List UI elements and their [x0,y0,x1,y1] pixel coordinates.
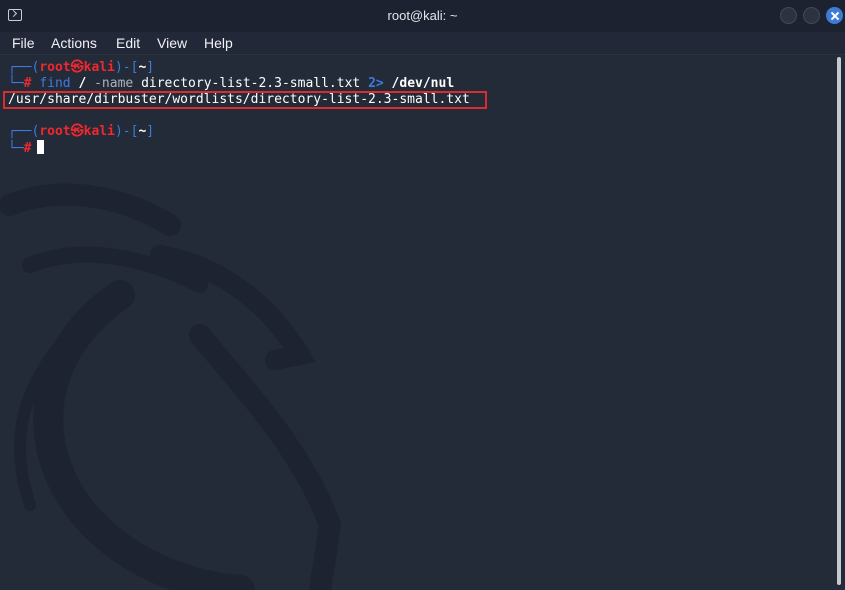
prompt-frame: ] [146,124,155,139]
command-name: find [39,76,71,91]
prompt-host: kali [83,60,115,75]
minimize-button[interactable] [780,7,797,24]
prompt-line-1-top: ┌──(root㉿kali)-[~] [8,60,154,76]
terminal-window: root@kali: ~ File Actions Edit View Help… [0,0,845,590]
terminal-cursor [37,140,45,154]
window-title: root@kali: ~ [387,8,458,23]
command-pattern: directory-list-2.3-small.txt [141,76,361,91]
command-arg: / [78,76,87,91]
menu-bar: File Actions Edit View Help [0,32,845,55]
prompt-at-symbol: ㉿ [70,124,84,139]
prompt-frame: )-[ [114,124,139,139]
prompt-user: root [39,60,71,75]
command-redirect: 2> [368,76,384,91]
prompt-hash: # [23,76,32,91]
menu-file[interactable]: File [12,35,35,51]
menu-help[interactable]: Help [204,35,233,51]
command-devnull: /dev/nul [391,76,455,91]
prompt-frame: ] [146,60,155,75]
close-button[interactable] [826,7,843,24]
prompt-frame: ┌──( [8,124,40,139]
command-line-1: └─# find / -name directory-list-2.3-smal… [8,76,454,92]
prompt-user: root [39,124,71,139]
command-output-path: /usr/share/dirbuster/wordlists/directory… [8,92,470,107]
command-flag: -name [94,76,134,91]
terminal-scrollbar[interactable] [835,55,845,590]
kali-dragon-watermark [0,183,342,590]
maximize-button[interactable] [803,7,820,24]
title-bar: root@kali: ~ [0,0,845,33]
prompt-frame: └─ [8,76,24,91]
prompt-line-2-top: ┌──(root㉿kali)-[~] [8,124,154,140]
prompt-hash: # [23,141,32,156]
command-line-2: └─# [8,140,45,157]
scrollbar-thumb[interactable] [837,57,841,585]
prompt-frame: └─ [8,141,24,156]
menu-edit[interactable]: Edit [116,35,140,51]
prompt-frame: ┌──( [8,60,40,75]
menu-view[interactable]: View [157,35,187,51]
prompt-frame: )-[ [114,60,139,75]
prompt-host: kali [83,124,115,139]
menu-actions[interactable]: Actions [51,35,97,51]
prompt-at-symbol: ㉿ [70,60,84,75]
terminal-output-area[interactable]: ┌──(root㉿kali)-[~] └─# find / -name dire… [0,55,835,590]
